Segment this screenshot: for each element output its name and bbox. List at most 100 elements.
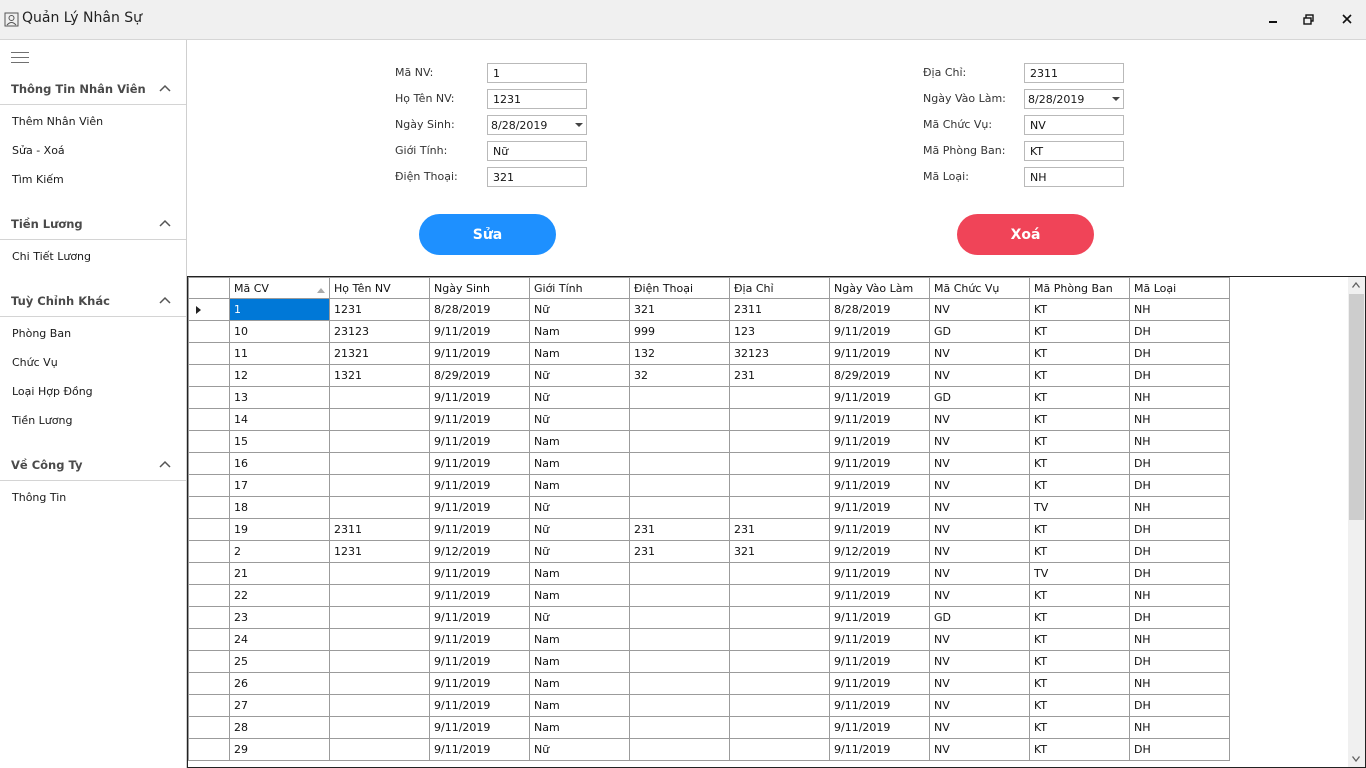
cell-dia-chi[interactable] [729, 694, 830, 717]
cell-ma-loai[interactable]: DH [1129, 474, 1230, 497]
cell-ngay-sinh[interactable]: 9/11/2019 [429, 430, 530, 453]
cell-ho-ten[interactable] [329, 430, 430, 453]
cell-ma-phong-ban[interactable]: KT [1029, 342, 1130, 365]
cell-gioi-tinh[interactable]: Nam [529, 320, 630, 343]
cell-ma-loai[interactable]: DH [1129, 562, 1230, 585]
delete-button[interactable]: Xoá [957, 214, 1094, 255]
table-row[interactable]: 29 9/11/2019 Nữ 9/11/2019 NV KT DH [188, 738, 1230, 761]
sidebar-item-search[interactable]: Tìm Kiếm [12, 173, 64, 186]
cell-ma-cv[interactable]: 19 [229, 518, 330, 541]
cell-ma-cv[interactable]: 11 [229, 342, 330, 365]
row-header[interactable] [188, 342, 230, 365]
sidebar-item-info[interactable]: Thông Tin [12, 491, 66, 504]
cell-ho-ten[interactable]: 1321 [329, 364, 430, 387]
dia-chi-input[interactable] [1024, 63, 1124, 83]
sidebar-item-edit-delete[interactable]: Sửa - Xoá [12, 144, 65, 157]
cell-ho-ten[interactable] [329, 452, 430, 475]
cell-ngay-vao-lam[interactable]: 9/12/2019 [829, 540, 930, 563]
cell-gioi-tinh[interactable]: Nam [529, 452, 630, 475]
cell-ho-ten[interactable] [329, 628, 430, 651]
cell-ma-chuc-vu[interactable]: NV [929, 496, 1030, 519]
cell-ho-ten[interactable]: 21321 [329, 342, 430, 365]
table-row[interactable]: 24 9/11/2019 Nam 9/11/2019 NV KT NH [188, 628, 1230, 651]
cell-ngay-vao-lam[interactable]: 9/11/2019 [829, 738, 930, 761]
row-header[interactable] [188, 672, 230, 695]
table-row[interactable]: 23 9/11/2019 Nữ 9/11/2019 GD KT DH [188, 606, 1230, 629]
cell-ma-chuc-vu[interactable]: NV [929, 430, 1030, 453]
ngay-vao-lam-date-picker[interactable]: 8/28/2019 [1024, 89, 1124, 109]
row-header[interactable] [188, 650, 230, 673]
column-header-ngay-sinh[interactable]: Ngày Sinh [429, 277, 530, 299]
cell-ngay-vao-lam[interactable]: 9/11/2019 [829, 606, 930, 629]
cell-ngay-sinh[interactable]: 9/11/2019 [429, 650, 530, 673]
row-header[interactable] [188, 738, 230, 761]
cell-gioi-tinh[interactable]: Nữ [529, 496, 630, 519]
cell-ma-loai[interactable]: DH [1129, 342, 1230, 365]
column-header-ma-cv[interactable]: Mã CV [229, 277, 330, 299]
cell-gioi-tinh[interactable]: Nam [529, 628, 630, 651]
scroll-down-arrow-icon[interactable] [1352, 756, 1360, 762]
cell-ngay-sinh[interactable]: 9/11/2019 [429, 342, 530, 365]
cell-ngay-sinh[interactable]: 8/28/2019 [429, 298, 530, 321]
column-header-ma-phong-ban[interactable]: Mã Phòng Ban [1029, 277, 1130, 299]
cell-ngay-vao-lam[interactable]: 9/11/2019 [829, 474, 930, 497]
cell-ma-phong-ban[interactable]: KT [1029, 518, 1130, 541]
scroll-up-arrow-icon[interactable] [1352, 282, 1360, 288]
cell-ngay-sinh[interactable]: 9/11/2019 [429, 584, 530, 607]
cell-ngay-vao-lam[interactable]: 9/11/2019 [829, 650, 930, 673]
cell-ngay-vao-lam[interactable]: 9/11/2019 [829, 386, 930, 409]
minimize-button[interactable] [1261, 8, 1285, 30]
cell-ma-loai[interactable]: NH [1129, 408, 1230, 431]
cell-dien-thoai[interactable] [629, 672, 730, 695]
cell-dia-chi[interactable] [729, 584, 830, 607]
cell-ngay-vao-lam[interactable]: 9/11/2019 [829, 716, 930, 739]
cell-ma-cv[interactable]: 12 [229, 364, 330, 387]
cell-dien-thoai[interactable]: 32 [629, 364, 730, 387]
cell-ma-loai[interactable]: DH [1129, 650, 1230, 673]
sidebar-item-department[interactable]: Phòng Ban [12, 327, 71, 340]
cell-gioi-tinh[interactable]: Nữ [529, 738, 630, 761]
cell-ma-loai[interactable]: NH [1129, 672, 1230, 695]
cell-dia-chi[interactable] [729, 452, 830, 475]
cell-ma-phong-ban[interactable]: KT [1029, 716, 1130, 739]
cell-gioi-tinh[interactable]: Nữ [529, 364, 630, 387]
ma-nv-input[interactable] [487, 63, 587, 83]
cell-dia-chi[interactable] [729, 408, 830, 431]
cell-dia-chi[interactable] [729, 606, 830, 629]
cell-ma-loai[interactable]: NH [1129, 298, 1230, 321]
cell-ma-chuc-vu[interactable]: NV [929, 540, 1030, 563]
cell-dia-chi[interactable]: 321 [729, 540, 830, 563]
cell-ma-loai[interactable]: NH [1129, 628, 1230, 651]
cell-ma-chuc-vu[interactable]: NV [929, 628, 1030, 651]
cell-ho-ten[interactable] [329, 650, 430, 673]
cell-dia-chi[interactable] [729, 650, 830, 673]
cell-ma-cv[interactable]: 25 [229, 650, 330, 673]
dropdown-arrow-icon[interactable] [575, 123, 583, 127]
sidebar-item-salary-detail[interactable]: Chi Tiết Lương [12, 250, 91, 263]
ho-ten-input[interactable] [487, 89, 587, 109]
cell-gioi-tinh[interactable]: Nam [529, 474, 630, 497]
cell-ma-chuc-vu[interactable]: NV [929, 650, 1030, 673]
cell-dien-thoai[interactable] [629, 584, 730, 607]
cell-ngay-sinh[interactable]: 9/11/2019 [429, 562, 530, 585]
cell-ma-chuc-vu[interactable]: NV [929, 584, 1030, 607]
cell-ho-ten[interactable]: 1231 [329, 540, 430, 563]
table-row[interactable]: 10 23123 9/11/2019 Nam 999 123 9/11/2019 GD KT DH [188, 320, 1230, 343]
cell-ngay-sinh[interactable]: 9/11/2019 [429, 386, 530, 409]
cell-ma-cv[interactable]: 18 [229, 496, 330, 519]
cell-gioi-tinh[interactable]: Nam [529, 584, 630, 607]
cell-ma-phong-ban[interactable]: KT [1029, 672, 1130, 695]
row-header[interactable] [188, 298, 230, 321]
chevron-up-icon[interactable] [159, 295, 171, 305]
employee-data-grid[interactable]: Mã CV Họ Tên NV Ngày Sinh Giới Tính Điện… [187, 276, 1366, 768]
cell-gioi-tinh[interactable]: Nữ [529, 540, 630, 563]
cell-dia-chi[interactable]: 231 [729, 518, 830, 541]
cell-ma-loai[interactable]: DH [1129, 320, 1230, 343]
cell-ngay-vao-lam[interactable]: 9/11/2019 [829, 342, 930, 365]
cell-ma-cv[interactable]: 15 [229, 430, 330, 453]
cell-ngay-sinh[interactable]: 8/29/2019 [429, 364, 530, 387]
cell-ngay-sinh[interactable]: 9/11/2019 [429, 320, 530, 343]
cell-ma-loai[interactable]: NH [1129, 430, 1230, 453]
cell-ma-chuc-vu[interactable]: NV [929, 694, 1030, 717]
sidebar-group-employee-info[interactable]: Thông Tin Nhân Viên [0, 77, 186, 105]
